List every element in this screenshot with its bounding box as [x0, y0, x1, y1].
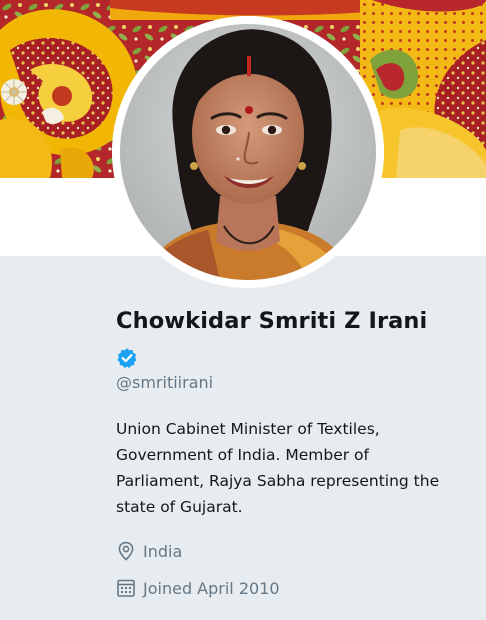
profile-joined-date: Joined April 2010	[116, 577, 280, 599]
profile-handle[interactable]: @smritiirani	[116, 373, 213, 392]
location-text: India	[143, 541, 183, 561]
location-pin-icon	[118, 541, 134, 561]
bio-line: Parliament, Rajya Sabha representing the	[116, 472, 440, 490]
profile-avatar[interactable]	[112, 16, 384, 288]
bio-line: Government of India. Member of	[116, 446, 369, 464]
bio-line: state of Gujarat.	[116, 498, 243, 516]
profile-location: India	[116, 540, 182, 562]
display-name[interactable]: Chowkidar Smriti Z Irani	[116, 308, 427, 334]
bio-line: Union Cabinet Minister of Textiles,	[116, 420, 380, 438]
verified-badge-icon	[117, 348, 137, 369]
calendar-icon	[117, 579, 135, 597]
joined-text: Joined April 2010	[143, 578, 280, 598]
profile-bio: Union Cabinet Minister of Textiles, Gove…	[116, 416, 471, 520]
